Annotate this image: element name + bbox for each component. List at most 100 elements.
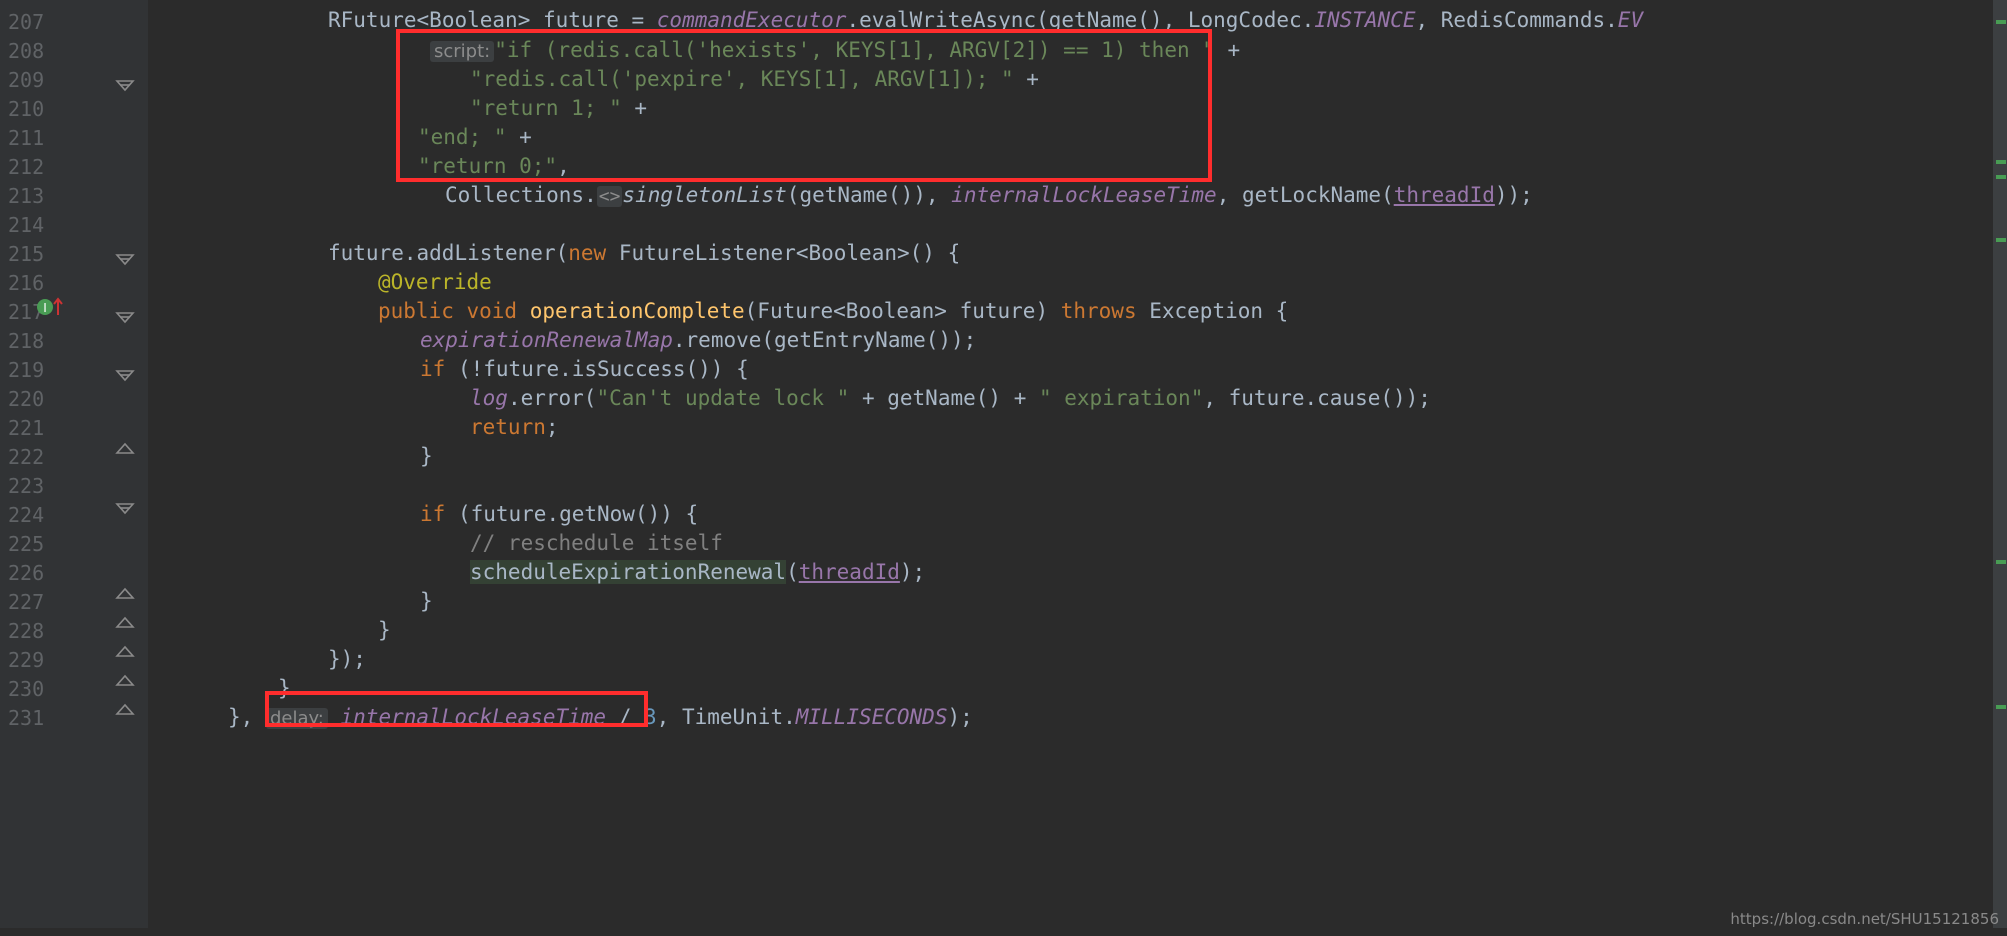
code-line-225: // reschedule itself [470,529,723,558]
code-fold-collapse-icon[interactable] [114,670,136,692]
line-number: 226 [8,561,45,585]
code-fold-toggle-icon[interactable] [114,497,136,519]
token-comma: , [557,154,570,178]
token-comma: , [1216,183,1242,207]
token-close-brace: } [378,618,391,642]
token-plus: + [1214,38,1241,62]
token-collections: Collections [445,183,585,207]
token-close-listener: }); [328,647,366,671]
implementing-method-gutter-icon[interactable]: I [36,294,66,318]
token-eval-write-async: evalWriteAsync [859,8,1037,32]
line-number: 230 [8,677,45,701]
token-paren: ( [786,560,799,584]
code-fold-collapse-icon[interactable] [114,612,136,634]
token-plus: + [621,96,648,120]
line-number: 228 [8,619,45,643]
token-script-string-5: "return 0;" [418,154,558,178]
editor-text-area[interactable]: RFuture <Boolean> future = commandExecuto… [148,0,2007,936]
token-override-annotation: @Override [378,270,492,294]
token-lead: }, [228,705,266,729]
code-line-229: }); [328,645,366,674]
token-script-string-4: "end; " [418,125,507,149]
token-dot: . [403,241,417,265]
stripe-mark[interactable] [1996,175,2006,179]
code-line-213: Collections. <>singletonList(getName()), … [445,181,1533,211]
token-keyword-throws: throws [1060,299,1137,323]
token-expiration-renewal-map: expirationRenewalMap [420,328,673,352]
line-number: 208 [8,39,45,63]
token-tail: ); [947,705,973,729]
token-command-executor: commandExecutor [656,8,847,32]
line-number: 207 [8,10,45,34]
stripe-mark[interactable] [1996,20,2006,24]
token-internal-lock-lease-time: internalLockLeaseTime [327,705,607,729]
token-thread-id: threadId [798,560,900,584]
token-comma: , [656,705,670,729]
token-exception: Exception { [1136,299,1289,323]
code-line-222: } [420,442,433,471]
line-number-column: 207 208 209 210 211 212 213 214 215 216 … [0,0,100,936]
token-internal-lock-lease-time: internalLockLeaseTime [951,183,1217,207]
code-line-226: scheduleExpirationRenewal(threadId); [470,558,925,587]
token-keyword-if: if [420,502,446,526]
stripe-mark[interactable] [1996,238,2006,242]
token-get-lock-name: getLockName [1241,183,1382,207]
code-line-228: } [378,616,391,645]
stripe-mark[interactable] [1996,705,2006,709]
code-line-208: script: "if (redis.call('hexists', KEYS[1… [430,36,1240,66]
token-var-future: future = [530,8,657,32]
token-script-string-3: "return 1; " [470,96,622,120]
code-fold-toggle-icon[interactable] [114,248,136,270]
generic-type-hint-diamond: <> [596,186,623,207]
token-time-unit: TimeUnit [669,705,784,729]
token-semicolon: ; [545,415,559,439]
line-number: 219 [8,358,45,382]
editor-scrollbar-error-stripe[interactable] [1993,0,2007,936]
code-fold-collapse-icon[interactable] [114,583,136,605]
line-number: 227 [8,590,45,614]
stripe-mark[interactable] [1996,160,2006,164]
token-error-call: error( [520,386,597,410]
code-fold-toggle-icon[interactable] [114,74,136,96]
token-get-name-parens: (), [1137,8,1188,32]
token-script-string-1: "if (redis.call('hexists', KEYS[1], ARGV… [494,38,1215,62]
line-number: 210 [8,97,45,121]
code-fold-collapse-icon[interactable] [114,438,136,460]
line-number: 231 [8,706,45,730]
token-paren: ( [1036,8,1049,32]
token-error-string-2: " expiration" [1038,386,1204,410]
token-dot: . [1301,8,1315,32]
token-error-string-1: "Can't update lock " [596,386,850,410]
code-line-218: expirationRenewalMap.remove(getEntryName… [420,326,976,355]
line-number: 225 [8,532,45,556]
token-milliseconds: MILLISECONDS [795,705,948,729]
token-dot: . [846,8,860,32]
code-fold-toggle-icon[interactable] [114,364,136,386]
token-number-three: 3 [643,705,657,729]
token-dot: . [672,328,686,352]
stripe-mark[interactable] [1996,560,2006,564]
token-comment-reschedule: // reschedule itself [470,531,723,555]
token-close-brace: } [420,589,433,613]
code-editor-window: 207 208 209 210 211 212 213 214 215 216 … [0,0,2007,936]
code-fold-collapse-icon[interactable] [114,641,136,663]
token-thread-id: threadId [1393,183,1495,207]
token-operation-complete: operationComplete [529,299,745,323]
token-get-name-args: (getName()), [786,183,952,207]
token-type-rfuture: RFuture [328,8,417,32]
param-hint-script: script: [430,41,495,62]
code-line-209: "redis.call('pexpire', KEYS[1], ARGV[1])… [470,65,1039,94]
code-line-215: future.addListener(new FutureListener<Bo… [328,239,960,268]
token-generic-boolean: <Boolean> [795,241,910,265]
token-generic-boolean: Boolean [429,8,518,32]
code-fold-collapse-icon[interactable] [114,699,136,721]
gutter-icon-column [100,0,148,936]
token-paren: ( [1381,183,1394,207]
token-generic-open: < [416,8,430,32]
token-keyword-if: if [420,357,446,381]
token-tail: () { [909,241,961,265]
line-number: 221 [8,416,45,440]
token-tail: ); [899,560,926,584]
token-close-brace: } [278,676,291,700]
code-fold-toggle-icon[interactable] [114,306,136,328]
